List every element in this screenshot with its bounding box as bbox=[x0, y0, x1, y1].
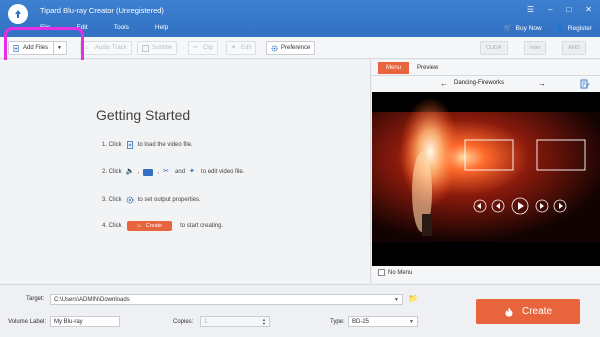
window-title: Tipard Blu-ray Creator (Unregistered) bbox=[40, 6, 164, 15]
title-actions: 🛒 Buy Now 👤 Register bbox=[504, 24, 592, 32]
edit-button[interactable]: ✦ Edit bbox=[226, 41, 257, 55]
clip-label: Clip bbox=[203, 45, 214, 51]
gear-icon[interactable] bbox=[126, 196, 134, 204]
menu-help[interactable]: Help bbox=[155, 24, 168, 31]
getting-started-panel: Getting Started 1. Click to load the vid… bbox=[0, 60, 371, 283]
intel-label: intel bbox=[530, 45, 541, 51]
no-menu-checkbox[interactable] bbox=[378, 269, 385, 276]
amd-badge: AMD bbox=[562, 41, 587, 55]
maximize-icon[interactable]: □ bbox=[566, 5, 571, 14]
disc-type-value: BD-25 bbox=[352, 319, 370, 325]
clip-button[interactable]: ✂ Clip bbox=[188, 41, 219, 55]
step-1: 1. Click to load the video file. bbox=[102, 141, 193, 149]
tab-menu[interactable]: Menu bbox=[378, 62, 410, 74]
prev-template-icon[interactable]: ← bbox=[440, 79, 448, 88]
subtitle-icon bbox=[142, 44, 149, 52]
step-1-suffix: to load the video file. bbox=[137, 142, 193, 148]
volume-label-value: My Blu-ray bbox=[54, 319, 83, 325]
next-template-icon[interactable]: → bbox=[538, 79, 546, 88]
magic-wand-icon[interactable]: ✦ bbox=[189, 168, 197, 176]
audio-icon: ♪ bbox=[85, 44, 88, 51]
menu-panel: Menu Preview ← Dancing-Fireworks → No Me… bbox=[372, 60, 600, 283]
menu-preview bbox=[372, 92, 600, 266]
panel-tabs: Menu Preview bbox=[378, 62, 446, 74]
copies-value: 1 bbox=[204, 319, 208, 325]
window-controls: ☰ – □ ✕ bbox=[527, 5, 592, 14]
getting-started-title: Getting Started bbox=[96, 107, 191, 123]
chevron-down-icon[interactable]: ▼ bbox=[409, 319, 414, 325]
step-2: 2. Click 🔈, , ✂ and ✦ to edit video file… bbox=[102, 168, 244, 176]
gear-icon bbox=[271, 45, 278, 51]
target-path-field[interactable]: C:\Users\ADMIN\Downloads ▼ bbox=[50, 294, 403, 305]
create-button[interactable]: Create bbox=[476, 299, 580, 324]
type-label: Type: bbox=[330, 319, 345, 325]
copies-label: Copies: bbox=[173, 319, 194, 325]
preference-button[interactable]: Preference bbox=[266, 41, 316, 55]
cart-icon: 🛒 bbox=[503, 25, 512, 32]
comma: , bbox=[137, 169, 140, 175]
stepper-arrows-icon[interactable]: ▲ ▼ bbox=[262, 318, 266, 326]
template-name: Dancing-Fireworks bbox=[454, 80, 505, 86]
step-3-suffix: to set output properties. bbox=[137, 197, 201, 203]
menu-tools[interactable]: Tools bbox=[114, 24, 129, 31]
step-2-prefix: 2. Click bbox=[102, 169, 122, 175]
audio-track-label: Audio Track bbox=[95, 45, 127, 51]
add-file-icon[interactable] bbox=[126, 141, 134, 149]
audio-track-button[interactable]: ♪ Audio Track bbox=[80, 41, 132, 55]
fire-icon bbox=[505, 307, 513, 316]
scissors-icon: ✂ bbox=[193, 44, 199, 51]
chevron-down-icon[interactable]: ▼ bbox=[394, 297, 399, 303]
register-link[interactable]: 👤 Register bbox=[556, 24, 592, 32]
step-4: 4. Click ♨ Create to start creating. bbox=[102, 221, 223, 231]
title-bar: Tipard Blu-ray Creator (Unregistered) Fi… bbox=[0, 0, 600, 37]
tab-preview[interactable]: Preview bbox=[409, 62, 446, 74]
step-4-prefix: 4. Click bbox=[102, 223, 122, 229]
edit-label: Edit bbox=[241, 45, 252, 51]
target-path-value: C:\Users\ADMIN\Downloads bbox=[54, 297, 130, 303]
create-label: Create bbox=[521, 306, 552, 317]
intel-badge: intel bbox=[524, 41, 547, 55]
step-3-prefix: 3. Click bbox=[102, 197, 122, 203]
fire-icon: ♨ bbox=[136, 223, 142, 229]
step-3: 3. Click to set output properties. bbox=[102, 196, 201, 204]
target-label: Target: bbox=[26, 296, 45, 302]
step-4-suffix: to start creating. bbox=[180, 223, 224, 229]
no-menu-label: No Menu bbox=[388, 269, 413, 276]
copies-stepper[interactable]: 1 ▲ ▼ bbox=[200, 316, 270, 327]
folder-icon[interactable]: 📁 bbox=[408, 294, 418, 303]
scissors-icon[interactable]: ✂ bbox=[163, 168, 171, 176]
audio-track-icon[interactable]: 🔈 bbox=[126, 168, 135, 176]
volume-label-field[interactable]: My Blu-ray bbox=[50, 316, 120, 327]
toolbar: Add Files ▼ ♪ Audio Track Subtitle ✂ Cli… bbox=[0, 37, 600, 59]
feedback-icon[interactable]: ☰ bbox=[527, 5, 534, 14]
subtitle-label: Subtitle bbox=[152, 45, 173, 51]
subtitle-button[interactable]: Subtitle bbox=[137, 41, 178, 55]
create-mini-button[interactable]: ♨ Create bbox=[126, 221, 173, 231]
step-1-prefix: 1. Click bbox=[102, 142, 122, 148]
buy-now-link[interactable]: 🛒 Buy Now bbox=[504, 24, 542, 32]
disc-type-select[interactable]: BD-25 ▼ bbox=[348, 316, 418, 327]
app-logo bbox=[8, 4, 28, 24]
register-label: Register bbox=[567, 25, 592, 32]
step-2-and: and bbox=[175, 169, 186, 175]
no-menu-option[interactable]: No Menu bbox=[378, 269, 412, 276]
minimize-icon[interactable]: – bbox=[548, 5, 552, 14]
output-settings: Target: C:\Users\ADMIN\Downloads ▼ 📁 Vol… bbox=[0, 284, 600, 337]
template-bar: ← Dancing-Fireworks → bbox=[372, 75, 600, 91]
fireworks-preview-image bbox=[372, 92, 600, 266]
preference-label: Preference bbox=[281, 45, 311, 51]
user-icon: 👤 bbox=[555, 25, 564, 32]
comma: , bbox=[157, 169, 160, 175]
step-2-suffix: to edit video file. bbox=[201, 169, 245, 175]
buy-now-label: Buy Now bbox=[515, 25, 542, 32]
cuda-label: CUDA bbox=[486, 45, 502, 51]
volume-label-label: Volume Label: bbox=[8, 319, 47, 325]
cuda-badge: CUDA bbox=[480, 41, 508, 55]
edit-template-icon[interactable] bbox=[580, 79, 590, 89]
subtitle-icon[interactable] bbox=[143, 168, 154, 176]
create-mini-label: Create bbox=[145, 223, 163, 229]
close-icon[interactable]: ✕ bbox=[585, 5, 592, 14]
magic-wand-icon: ✦ bbox=[231, 44, 237, 51]
amd-label: AMD bbox=[568, 45, 581, 51]
